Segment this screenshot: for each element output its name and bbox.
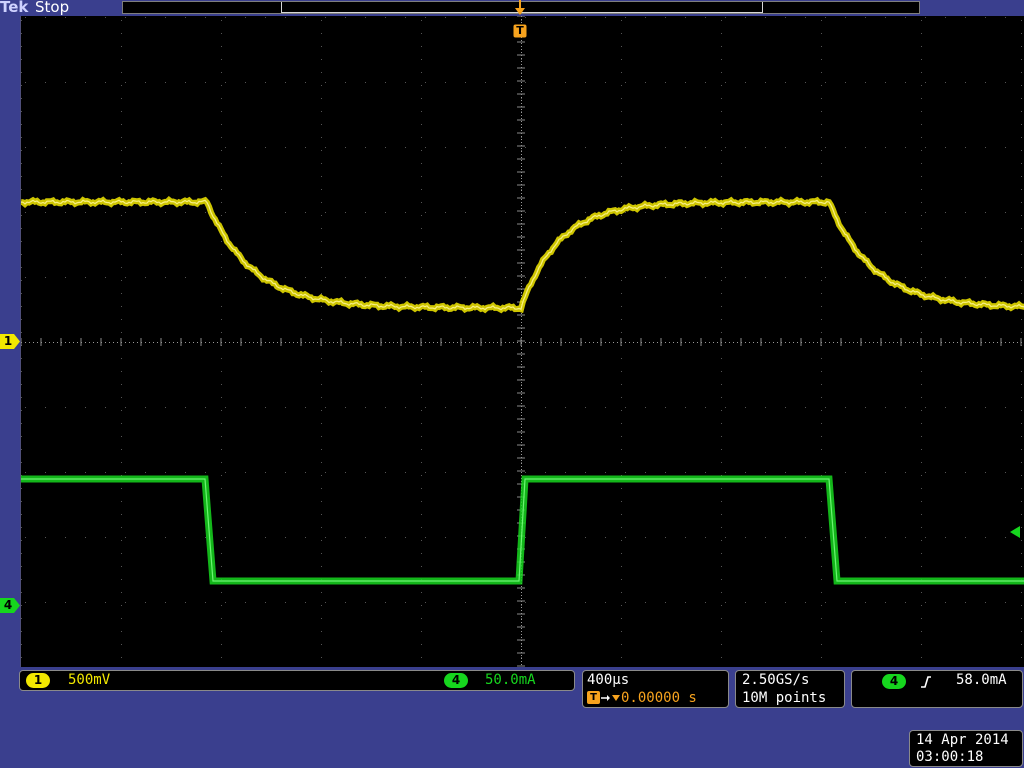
trigger-readout[interactable]: 4 58.0mA: [851, 670, 1023, 708]
ch4-marker-label: 4: [3, 598, 13, 612]
trigger-marker-label: T: [516, 24, 524, 37]
run-state-label: Stop: [35, 0, 70, 16]
waveform-canvas: [21, 16, 1024, 667]
ch1-badge[interactable]: 1: [26, 673, 50, 688]
trigger-level-arrow-icon[interactable]: [1010, 526, 1020, 538]
sample-rate: 2.50GS/s: [742, 672, 810, 688]
trigger-level: 58.0mA: [956, 672, 1007, 688]
ch1-ground-marker[interactable]: 1: [0, 334, 21, 353]
ch1-waveform: [21, 195, 1024, 314]
acquisition-readout[interactable]: 2.50GS/s 10M points: [735, 670, 845, 708]
status-bar: Tek Stop: [0, 0, 1024, 16]
ch1-waveform-core: [21, 199, 1024, 311]
ch4-ground-marker[interactable]: 4: [0, 598, 21, 617]
ch1-scale: 500mV: [68, 672, 111, 688]
ch4-badge[interactable]: 4: [444, 673, 468, 688]
trigger-delay-icon: T: [587, 691, 600, 704]
record-length: 10M points: [742, 690, 827, 706]
ch4-scale: 50.0mA: [485, 672, 536, 688]
vertical-readout[interactable]: 1 500mV 4 50.0mA: [19, 670, 575, 691]
time-value: 03:00:18: [916, 749, 984, 765]
trigger-marker[interactable]: T: [513, 24, 528, 43]
waveform-traces: [21, 195, 1024, 585]
trigger-delay-value: 0.00000 s: [621, 690, 697, 706]
horizontal-readout[interactable]: 400µs T 0.00000 s: [582, 670, 729, 708]
trigger-delay-icon-label: T: [590, 692, 597, 703]
rising-edge-icon: [921, 676, 931, 688]
delay-arrow-icon: [601, 695, 620, 701]
date-value: 14 Apr 2014: [916, 732, 1009, 748]
trigger-position-arrow-icon[interactable]: [514, 0, 526, 16]
timebase-value: 400µs: [587, 672, 630, 688]
ch1-marker-label: 1: [3, 334, 13, 348]
trigger-source-badge[interactable]: 4: [882, 674, 906, 689]
datetime-readout[interactable]: 14 Apr 2014 03:00:18: [909, 730, 1023, 767]
waveform-display[interactable]: [20, 16, 1024, 667]
brand-logo: Tek: [0, 0, 29, 16]
